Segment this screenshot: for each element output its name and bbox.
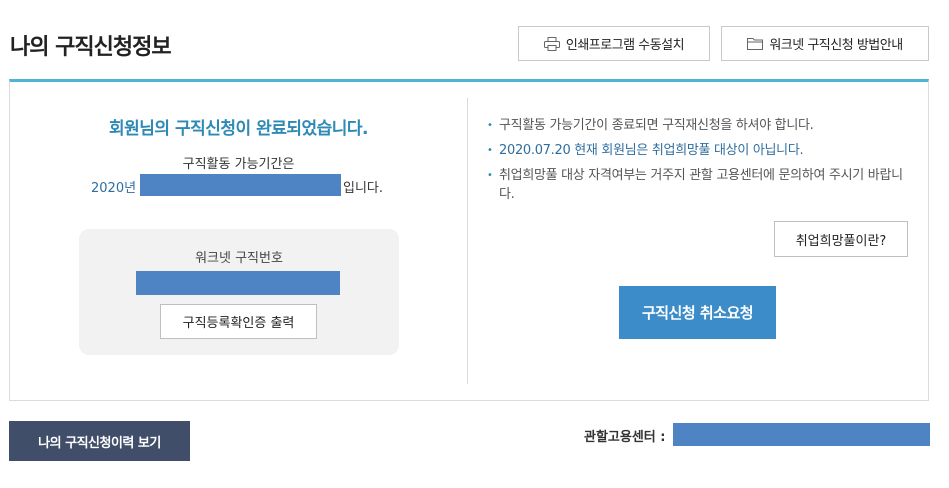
employment-center-label: 관할고용센터 : xyxy=(584,430,666,445)
print-program-install-label: 인쇄프로그램 수동설치 xyxy=(565,38,685,53)
panel-divider xyxy=(467,98,468,384)
cancel-application-button[interactable]: 구직신청 취소요청 xyxy=(619,286,776,339)
notice-item: 구직활동 가능기간이 종료되면 구직재신청을 하셔야 합니다. xyxy=(487,116,907,135)
completion-message: 회원님의 구직신청이 완료되었습니다. xyxy=(108,119,369,139)
notice-item: 2020.07.20 현재 회원님은 취업희망풀 대상이 아닙니다. xyxy=(487,141,907,160)
period-year: 2020년 xyxy=(91,181,137,196)
period-suffix: 입니다. xyxy=(343,181,384,196)
folder-icon xyxy=(747,37,764,50)
print-certificate-button[interactable]: 구직등록확인증 출력 xyxy=(160,304,317,339)
worknet-guide-button[interactable]: 워크넷 구직신청 방법안내 xyxy=(721,26,929,61)
notice-list: 구직활동 가능기간이 종료되면 구직재신청을 하셔야 합니다. 2020.07.… xyxy=(487,116,907,210)
application-history-button[interactable]: 나의 구직신청이력 보기 xyxy=(9,421,190,461)
period-label: 구직활동 가능기간은 xyxy=(182,157,295,172)
notice-item: 취업희망풀 대상 자격여부는 거주지 관할 고용센터에 문의하여 주시기 바랍니… xyxy=(487,166,907,204)
redacted-period xyxy=(140,174,341,196)
worknet-guide-label: 워크넷 구직신청 방법안내 xyxy=(769,38,903,53)
redacted-worknet-id xyxy=(136,271,340,295)
page-title: 나의 구직신청정보 xyxy=(10,35,172,60)
employment-pool-info-button[interactable]: 취업희망풀이란? xyxy=(774,221,908,257)
worknet-id-label: 워크넷 구직번호 xyxy=(195,251,283,266)
print-program-install-button[interactable]: 인쇄프로그램 수동설치 xyxy=(518,26,710,61)
printer-icon xyxy=(543,36,560,51)
redacted-employment-center xyxy=(673,423,930,446)
